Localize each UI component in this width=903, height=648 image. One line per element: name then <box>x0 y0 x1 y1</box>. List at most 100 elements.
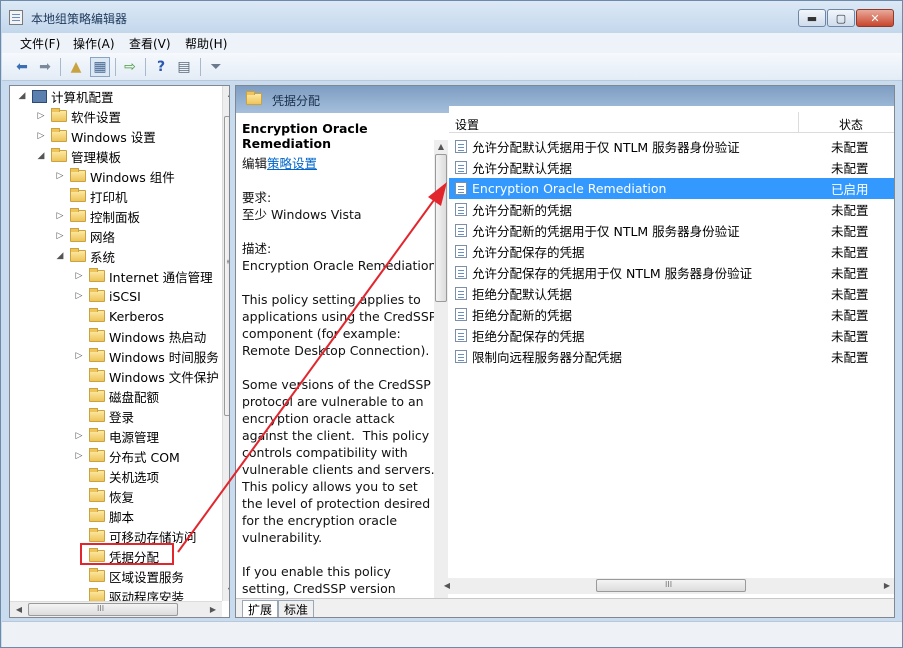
setting-row[interactable]: 拒绝分配默认凭据 未配置 <box>449 283 894 304</box>
column-setting[interactable]: 设置 <box>455 116 479 133</box>
tree-node[interactable]: 关机选项 <box>73 466 159 486</box>
expander-icon[interactable]: ▷ <box>73 431 85 441</box>
description-scroll-thumb[interactable] <box>435 154 447 302</box>
edit-policy-link[interactable]: 策略设置 <box>267 156 317 171</box>
maximize-button[interactable]: ▢ <box>827 9 855 27</box>
tree-node[interactable]: 登录 <box>73 406 134 426</box>
setting-row[interactable]: 允许分配默认凭据 未配置 <box>449 157 894 178</box>
description-scrollbar[interactable]: ▲ ▼ <box>434 140 448 598</box>
tree-vertical-scrollbar[interactable]: ▲ ≡ ▼ <box>222 86 229 601</box>
setting-row[interactable]: 限制向远程服务器分配凭据 未配置 <box>449 346 894 367</box>
expander-icon[interactable]: ◢ <box>35 151 47 161</box>
tree-node[interactable]: ▷ 软件设置 <box>35 106 121 126</box>
menu-action[interactable]: 操作(A) <box>73 35 115 52</box>
computer-icon <box>32 89 47 103</box>
tree-node[interactable]: ▷ 控制面板 <box>54 206 140 226</box>
setting-state: 未配置 <box>831 140 869 155</box>
expander-icon[interactable]: ▷ <box>35 111 47 121</box>
setting-name: Encryption Oracle Remediation <box>472 181 667 196</box>
tab-extended[interactable]: 扩展 <box>242 600 279 617</box>
tree-node-label: 区域设置服务 <box>109 569 185 585</box>
setting-row[interactable]: 允许分配默认凭据用于仅 NTLM 服务器身份验证 未配置 <box>449 136 894 157</box>
tree-node[interactable]: ▷ Windows 时间服务 <box>73 346 219 366</box>
tree-node[interactable]: ◢ 计算机配置 <box>16 86 114 106</box>
up-folder-icon[interactable]: ▲ <box>66 57 86 77</box>
properties-icon[interactable]: ▤ <box>174 57 194 77</box>
setting-row[interactable]: 拒绝分配保存的凭据 未配置 <box>449 325 894 346</box>
help-icon[interactable]: ? <box>151 57 171 77</box>
tree-node[interactable]: ▷ 分布式 COM <box>73 446 180 466</box>
title-bar[interactable]: 本地组策略编辑器 ▬ ▢ ✕ <box>1 1 902 33</box>
column-separator[interactable] <box>798 112 799 133</box>
expander-icon[interactable]: ◢ <box>54 251 66 261</box>
expander-icon[interactable]: ▷ <box>73 351 85 361</box>
list-horizontal-thumb[interactable]: III <box>596 579 746 592</box>
expander-icon[interactable]: ▷ <box>73 271 85 281</box>
folder-icon <box>51 128 67 142</box>
tree-node[interactable]: ▷ Windows 组件 <box>54 166 175 186</box>
setting-row[interactable]: 拒绝分配新的凭据 未配置 <box>449 304 894 325</box>
filter-icon[interactable]: ⏷ <box>206 57 226 77</box>
expander-icon[interactable]: ▷ <box>54 231 66 241</box>
tree-vertical-thumb[interactable]: ≡ <box>224 116 229 416</box>
tree-node[interactable]: 区域设置服务 <box>73 566 184 586</box>
scroll-grip-icon: III <box>97 604 105 613</box>
scroll-down-icon[interactable]: ▼ <box>223 586 229 595</box>
toolbar-separator <box>200 58 201 76</box>
tree-node[interactable]: ▷ 网络 <box>54 226 115 246</box>
menu-file[interactable]: 文件(F) <box>20 35 60 52</box>
expander-icon[interactable]: ▷ <box>35 131 47 141</box>
toolbar: ⬅ ➡ ▲ ▦ ⇨ ? ▤ ⏷ <box>2 53 902 81</box>
tree-node[interactable]: ◢ 系统 <box>54 246 115 266</box>
setting-row[interactable]: 允许分配保存的凭据 未配置 <box>449 241 894 262</box>
tree-pane[interactable]: ◢ 计算机配置 ▷ 软件设置 ▷ Windows 设置 ◢ 管理模板 ▷ Windows 组件打印… <box>9 85 230 618</box>
tree-node[interactable]: ▷ iSCSI <box>73 286 141 306</box>
tree-node-label: 打印机 <box>90 189 128 205</box>
setting-row[interactable]: 允许分配保存的凭据用于仅 NTLM 服务器身份验证 未配置 <box>449 262 894 283</box>
forward-arrow-icon[interactable]: ➡ <box>35 57 55 77</box>
setting-row[interactable]: Encryption Oracle Remediation 已启用 <box>449 178 894 199</box>
toolbar-separator <box>60 58 61 76</box>
tree-node[interactable]: ▷ Windows 设置 <box>35 126 156 146</box>
tree-node[interactable]: 打印机 <box>54 186 128 206</box>
show-hide-tree-icon[interactable]: ▦ <box>90 57 110 77</box>
scroll-up-icon[interactable]: ▲ <box>434 142 448 151</box>
close-button[interactable]: ✕ <box>856 9 894 27</box>
export-list-icon[interactable]: ⇨ <box>120 57 140 77</box>
tree-horizontal-thumb[interactable]: III <box>28 603 178 616</box>
back-arrow-icon[interactable]: ⬅ <box>12 57 32 77</box>
tree-node[interactable]: ▷ Internet 通信管理 <box>73 266 213 286</box>
scroll-left-icon[interactable]: ◀ <box>439 581 455 590</box>
setting-row[interactable]: 允许分配新的凭据 未配置 <box>449 199 894 220</box>
setting-row[interactable]: 允许分配新的凭据用于仅 NTLM 服务器身份验证 未配置 <box>449 220 894 241</box>
tree-node[interactable]: 脚本 <box>73 506 134 526</box>
expander-icon[interactable]: ▷ <box>73 451 85 461</box>
tree-horizontal-scrollbar[interactable]: ◀ III ▶ <box>10 601 222 617</box>
policy-setting-icon <box>455 329 467 342</box>
scroll-right-icon[interactable]: ▶ <box>879 581 894 590</box>
expander-icon[interactable]: ◢ <box>16 91 28 101</box>
expander-icon[interactable]: ▷ <box>54 211 66 221</box>
setting-name: 允许分配保存的凭据用于仅 NTLM 服务器身份验证 <box>472 266 753 281</box>
scroll-right-icon[interactable]: ▶ <box>205 605 221 614</box>
scroll-up-icon[interactable]: ▲ <box>223 89 229 98</box>
tree-node[interactable]: ▷ 电源管理 <box>73 426 159 446</box>
tree-node[interactable]: Windows 热启动 <box>73 326 206 346</box>
tree-node[interactable]: 恢复 <box>73 486 134 506</box>
tree-node[interactable]: 磁盘配额 <box>73 386 159 406</box>
folder-icon <box>70 248 86 262</box>
menu-view[interactable]: 查看(V) <box>129 35 171 52</box>
tree-node[interactable]: ◢ 管理模板 <box>35 146 121 166</box>
tree-node[interactable]: Windows 文件保护 <box>73 366 219 386</box>
menu-help[interactable]: 帮助(H) <box>185 35 227 52</box>
view-tabs: 扩展 标准 <box>236 598 894 617</box>
tree-node[interactable]: Kerberos <box>73 306 164 326</box>
expander-icon[interactable]: ▷ <box>73 291 85 301</box>
column-state[interactable]: 状态 <box>839 116 863 133</box>
list-horizontal-scrollbar[interactable]: ◀ III ▶ <box>436 578 894 594</box>
tab-standard[interactable]: 标准 <box>278 600 315 617</box>
scroll-left-icon[interactable]: ◀ <box>11 605 27 614</box>
tree-node-label: 电源管理 <box>109 429 160 445</box>
expander-icon[interactable]: ▷ <box>54 171 66 181</box>
minimize-button[interactable]: ▬ <box>798 9 826 27</box>
